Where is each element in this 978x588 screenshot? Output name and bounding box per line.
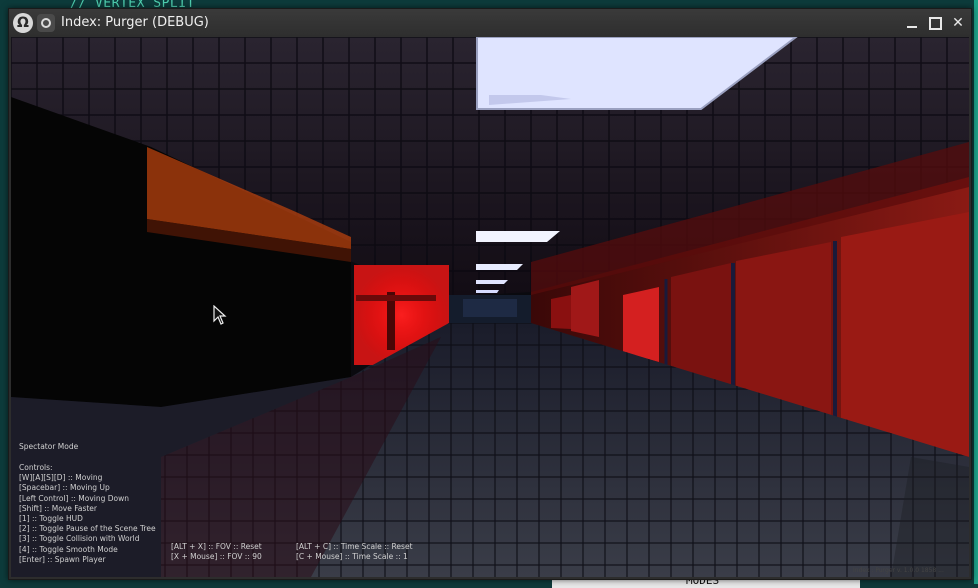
hud-control-line: [Shift] :: Move Faster <box>19 503 97 513</box>
window-title: Index: Purger (DEBUG) <box>61 15 209 30</box>
maximize-button[interactable] <box>925 13 945 33</box>
right-wall-door-lit <box>623 287 659 362</box>
game-window: Ω Index: Purger (DEBUG) ✕ Spectator Mode… <box>8 8 972 580</box>
maximize-icon <box>929 17 942 30</box>
pin-icon[interactable] <box>37 14 55 32</box>
hud-time-line: [C + Mouse] :: Time Scale :: 1 <box>296 552 408 562</box>
mouse-cursor-icon <box>213 305 227 325</box>
hud-control-line: [4] :: Toggle Smooth Mode <box>19 544 118 554</box>
hud-time-line: [ALT + C] :: Time Scale :: Reset <box>296 542 413 551</box>
app-logo-icon[interactable]: Ω <box>13 13 33 33</box>
hud-controls-header: Controls: <box>19 463 53 472</box>
close-icon: ✕ <box>952 15 964 31</box>
game-viewport[interactable]: Spectator Mode Controls: [W][A][S][D] ::… <box>11 37 969 577</box>
background-scrollbar <box>974 0 978 584</box>
ceiling-light-small <box>476 231 560 242</box>
hud-control-line: [1] :: Toggle HUD <box>19 514 83 524</box>
hud-controls: Controls: [W][A][S][D] :: Moving [Spaceb… <box>19 463 156 565</box>
hud-fov-line: [X + Mouse] :: FOV :: 90 <box>171 552 262 562</box>
minimize-icon <box>907 26 917 28</box>
hud-control-line: [Enter] :: Spawn Player <box>19 554 106 564</box>
hud-fov-line: [ALT + X] :: FOV :: Reset <box>171 542 262 551</box>
minimize-button[interactable] <box>902 13 922 33</box>
hud-time-scale: [ALT + C] :: Time Scale :: Reset [C + Mo… <box>296 542 413 562</box>
hud-mode-label: Spectator Mode <box>19 442 79 451</box>
version-label: Index : Purger v. 1.0.0 1858 ... <box>853 567 944 574</box>
hud-control-line: [Spacebar] :: Moving Up <box>19 483 110 493</box>
hud-control-line: [W][A][S][D] :: Moving <box>19 473 103 483</box>
close-button[interactable]: ✕ <box>948 13 968 33</box>
hud-control-line: [2] :: Toggle Pause of the Scene Tree <box>19 524 156 534</box>
hud-control-line: [Left Control] :: Moving Down <box>19 493 130 503</box>
hud-fov: [ALT + X] :: FOV :: Reset [X + Mouse] ::… <box>171 542 262 562</box>
window-titlebar[interactable]: Ω Index: Purger (DEBUG) ✕ <box>9 9 971 37</box>
hud-control-line: [3] :: Toggle Collision with World <box>19 534 140 544</box>
